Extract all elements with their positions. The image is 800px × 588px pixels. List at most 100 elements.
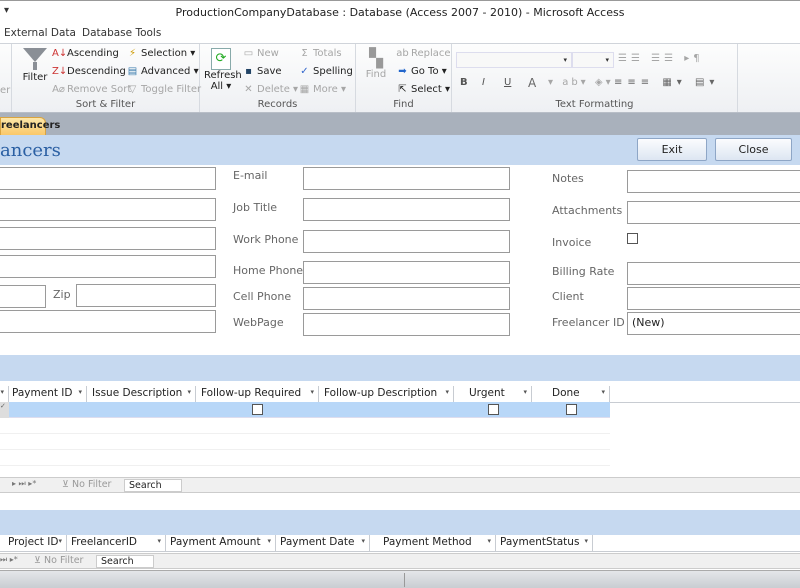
totals-button[interactable]: Σ Totals bbox=[298, 48, 341, 59]
record-selector[interactable]: ✓ bbox=[0, 402, 9, 418]
job-title-label: Job Title bbox=[233, 201, 278, 214]
col-payment-status[interactable]: PaymentStatus ▾ bbox=[496, 535, 593, 551]
col-freelancer-id[interactable]: FreelancerID ▾ bbox=[67, 535, 166, 551]
col-follow-up-description[interactable]: Follow-up Description ▾ bbox=[319, 386, 454, 402]
col-payment-amount[interactable]: Payment Amount ▾ bbox=[166, 535, 276, 551]
attachments-field[interactable] bbox=[627, 201, 800, 224]
find-button[interactable]: ▚ Find bbox=[364, 48, 388, 80]
more-icon: ▦ bbox=[299, 84, 310, 95]
sigma-icon: Σ bbox=[301, 48, 308, 59]
underline-button[interactable]: U bbox=[504, 77, 511, 88]
more-button[interactable]: ▦ More ▾ bbox=[298, 84, 346, 95]
delete-icon: ✕ bbox=[244, 84, 253, 95]
new-record-button[interactable]: ▭ New bbox=[242, 48, 279, 59]
selection-button[interactable]: ⚡ Selection ▾ bbox=[126, 48, 195, 59]
close-button[interactable]: Close bbox=[715, 138, 792, 161]
ribbon-group-records: ⟳ Refresh All ▾ ▭ New ▪ Save ✕ Delete ▾ Σ To… bbox=[200, 44, 356, 112]
list-indent-buttons[interactable]: ☰☰ ☰☰ ▸¶ bbox=[618, 53, 704, 64]
field-left-3[interactable] bbox=[0, 227, 216, 250]
record-selector-header[interactable]: ▾ bbox=[0, 386, 9, 402]
filter-off-icon: ⊻ bbox=[34, 555, 41, 566]
col-issue-description[interactable]: Issue Description ▾ bbox=[87, 386, 196, 402]
ribbon-group-text-formatting: ▾ ▾ ☰☰ ☰☰ ▸¶ B I U A ▾ ab▾ ◈▾ ≡≡≡ ▦▾ ▤▾ … bbox=[452, 44, 738, 112]
remove-sort-button[interactable]: A⌀ Remove Sort bbox=[52, 84, 131, 95]
highlight-fill-buttons[interactable]: ▾ ab▾ ◈▾ bbox=[548, 77, 614, 88]
client-field[interactable] bbox=[627, 287, 800, 310]
subform1-navigation: ▸ ⏭ ▸* ⊻ No Filter Search bbox=[0, 477, 800, 493]
form-title: ancers bbox=[0, 140, 61, 161]
job-title-field[interactable] bbox=[303, 198, 510, 221]
font-name-dropdown[interactable]: ▾ bbox=[456, 52, 572, 68]
status-bar bbox=[0, 570, 800, 588]
group-label-records: Records bbox=[257, 99, 298, 110]
nav-last-icon[interactable]: ⏭ ▸* bbox=[0, 555, 18, 565]
col-done[interactable]: Done ▾ bbox=[532, 386, 610, 402]
invoice-checkbox[interactable] bbox=[627, 233, 638, 244]
descending-button[interactable]: Z↓Descending bbox=[52, 66, 126, 77]
field-left-2[interactable] bbox=[0, 198, 216, 221]
refresh-all-button[interactable]: ⟳ Refresh All ▾ bbox=[204, 48, 242, 92]
done-checkbox[interactable] bbox=[566, 404, 577, 415]
webpage-label: WebPage bbox=[233, 316, 284, 329]
home-phone-field[interactable] bbox=[303, 261, 510, 284]
no-filter-button[interactable]: ⊻ No Filter bbox=[62, 479, 111, 490]
col-payment-method[interactable]: Payment Method ▾ bbox=[370, 535, 496, 551]
subform1-header-band bbox=[0, 355, 800, 381]
ribbon-group-clipboard: er bbox=[0, 44, 12, 112]
follow-up-required-checkbox[interactable] bbox=[252, 404, 263, 415]
email-label: E-mail bbox=[233, 169, 268, 182]
exit-button[interactable]: Exit bbox=[637, 138, 707, 161]
advanced-filter-icon: ▤ bbox=[127, 66, 138, 77]
italic-button[interactable]: I bbox=[482, 77, 485, 88]
font-size-dropdown[interactable]: ▾ bbox=[572, 52, 614, 68]
state-field[interactable] bbox=[0, 285, 46, 308]
home-phone-label: Home Phone bbox=[233, 264, 304, 277]
col-project-id[interactable]: Project ID ▾ bbox=[0, 535, 67, 551]
subform2-search-input[interactable]: Search bbox=[96, 555, 154, 568]
document-tab-freelancers[interactable]: reelancers bbox=[0, 117, 60, 135]
col-payment-date[interactable]: Payment Date ▾ bbox=[276, 535, 370, 551]
table-row[interactable]: ✓ bbox=[0, 402, 610, 418]
field-left-4[interactable] bbox=[0, 255, 216, 278]
col-payment-id[interactable]: Payment ID ▾ bbox=[9, 386, 87, 402]
document-tab-strip bbox=[0, 113, 800, 135]
subform1-search-input[interactable]: Search bbox=[124, 479, 182, 492]
spelling-button[interactable]: ✓ Spelling bbox=[298, 66, 353, 77]
zip-field[interactable] bbox=[76, 284, 216, 307]
email-field[interactable] bbox=[303, 167, 510, 190]
col-urgent[interactable]: Urgent ▾ bbox=[454, 386, 532, 402]
title-bar: ▾ ProductionCompanyDatabase : Database (… bbox=[0, 0, 800, 22]
work-phone-field[interactable] bbox=[303, 230, 510, 253]
field-left-6[interactable] bbox=[0, 310, 216, 333]
replace-button[interactable]: ab Replace bbox=[396, 48, 450, 59]
ribbon: er Filter A↓Ascending Z↓Descending A⌀ Rem… bbox=[0, 43, 800, 113]
save-button[interactable]: ▪ Save bbox=[242, 66, 281, 77]
subform1-column-headers: ▾ Payment ID ▾ Issue Description ▾ Follow-… bbox=[0, 386, 800, 403]
select-button[interactable]: ⇱ Select ▾ bbox=[396, 84, 450, 95]
group-label-text-formatting: Text Formatting bbox=[555, 99, 634, 110]
goto-button[interactable]: ➡ Go To ▾ bbox=[396, 66, 446, 77]
font-color-button[interactable]: A bbox=[528, 76, 536, 90]
bold-button[interactable]: B bbox=[460, 77, 468, 88]
nav-last-icon[interactable]: ▸ ⏭ ▸* bbox=[12, 479, 36, 489]
advanced-button[interactable]: ▤ Advanced ▾ bbox=[126, 66, 199, 77]
goto-arrow-icon: ➡ bbox=[398, 66, 407, 77]
webpage-field[interactable] bbox=[303, 313, 510, 336]
field-left-1[interactable] bbox=[0, 167, 216, 190]
tab-external-data[interactable]: External Data bbox=[4, 27, 76, 39]
freelancer-id-field[interactable]: (New) bbox=[627, 312, 800, 335]
remove-sort-icon: A⌀ bbox=[52, 84, 65, 95]
urgent-checkbox[interactable] bbox=[488, 404, 499, 415]
no-filter-button[interactable]: ⊻ No Filter bbox=[34, 555, 83, 566]
billing-rate-field[interactable] bbox=[627, 262, 800, 285]
delete-button[interactable]: ✕ Delete ▾ bbox=[242, 84, 298, 95]
ascending-button[interactable]: A↓Ascending bbox=[52, 48, 119, 59]
freelancer-id-label: Freelancer ID bbox=[552, 316, 625, 329]
toggle-filter-button[interactable]: ▽ Toggle Filter bbox=[126, 84, 201, 95]
filter-button[interactable]: Filter bbox=[20, 48, 50, 83]
cell-phone-field[interactable] bbox=[303, 287, 510, 310]
tab-database-tools[interactable]: Database Tools bbox=[82, 27, 161, 39]
align-buttons[interactable]: ≡≡≡ ▦▾ ▤▾ bbox=[614, 77, 719, 88]
notes-field[interactable] bbox=[627, 170, 800, 193]
col-follow-up-required[interactable]: Follow-up Required ▾ bbox=[196, 386, 319, 402]
